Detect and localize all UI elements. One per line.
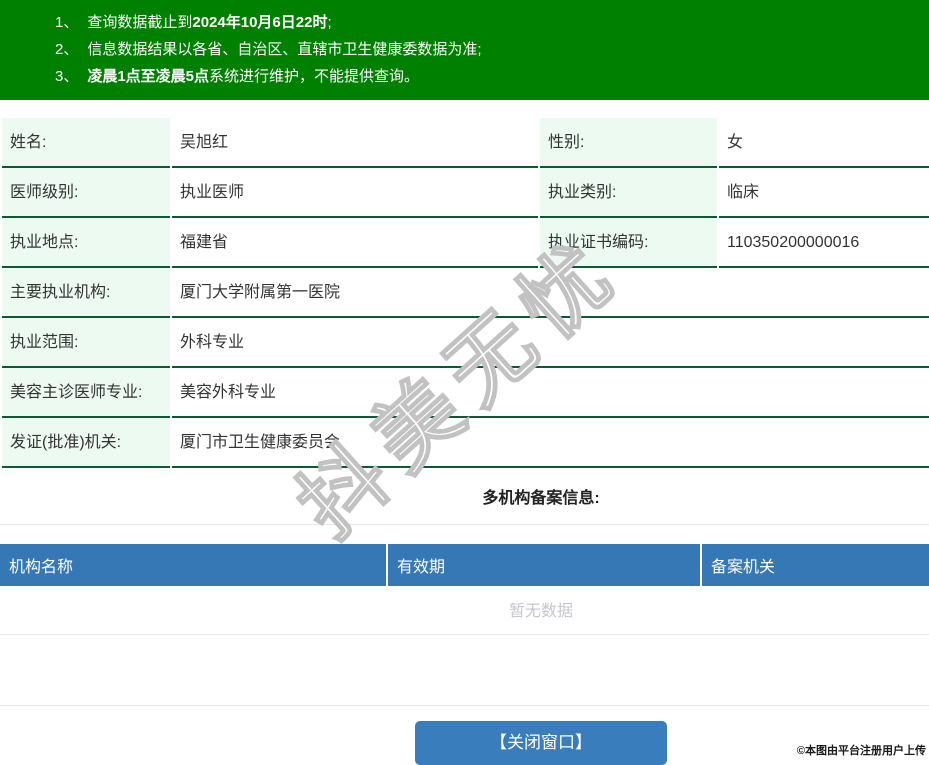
notice-number: 2、 — [55, 36, 78, 63]
field-value-gender: 女 — [719, 118, 929, 168]
section-title-multi-institution: 多机构备案信息: — [0, 484, 929, 508]
notice-text: 系统进行维护，不能提供查询。 — [209, 68, 419, 85]
table-row: 执业范围: 外科专业 — [2, 318, 929, 368]
field-label-practice-category: 执业类别: — [540, 168, 717, 218]
multi-institution-table: 机构名称 有效期 备案机关 暂无数据 — [0, 544, 929, 635]
field-value-certificate-no: 110350200000016 — [719, 218, 929, 268]
notice-line-1: 1、查询数据截止到2024年10月6日22时; — [0, 9, 929, 36]
notice-number: 3、 — [55, 63, 78, 90]
field-value-cosmetic-specialty: 美容外科专业 — [172, 368, 929, 418]
close-window-button[interactable]: 【关闭窗口】 — [415, 721, 667, 765]
table-row: 发证(批准)机关: 厦门市卫生健康委员会 — [2, 418, 929, 468]
field-label-issuing-authority: 发证(批准)机关: — [2, 418, 170, 468]
field-label-cosmetic-specialty: 美容主诊医师专业: — [2, 368, 170, 418]
table-row: 姓名: 吴旭红 性别: 女 — [2, 118, 929, 168]
field-value-practice-location: 福建省 — [172, 218, 538, 268]
field-label-gender: 性别: — [540, 118, 717, 168]
field-value-practice-category: 临床 — [719, 168, 929, 218]
notice-text-bold: 凌晨1点至凌晨5点 — [87, 68, 209, 85]
column-header-validity-period: 有效期 — [387, 544, 701, 586]
table-row: 美容主诊医师专业: 美容外科专业 — [2, 368, 929, 418]
page: 1、查询数据截止到2024年10月6日22时; 2、信息数据结果以各省、自治区、… — [0, 0, 929, 765]
table-empty-row: 暂无数据 — [0, 586, 929, 635]
field-value-issuing-authority: 厦门市卫生健康委员会 — [172, 418, 929, 468]
field-value-name: 吴旭红 — [172, 118, 538, 168]
column-header-filing-authority: 备案机关 — [701, 544, 929, 586]
notice-text: 查询数据截止到 — [87, 14, 192, 31]
button-row: 【关闭窗口】 — [0, 721, 929, 765]
notice-text: ; — [327, 14, 331, 31]
notice-banner: 1、查询数据截止到2024年10月6日22时; 2、信息数据结果以各省、自治区、… — [0, 0, 929, 100]
field-label-name: 姓名: — [2, 118, 170, 168]
copyright-text: ©本图由平台注册用户上传 — [797, 742, 926, 758]
table-row: 主要执业机构: 厦门大学附属第一医院 — [2, 268, 929, 318]
empty-state-text: 暂无数据 — [0, 586, 929, 635]
field-value-doctor-level: 执业医师 — [172, 168, 538, 218]
divider — [0, 705, 929, 706]
column-header-institution-name: 机构名称 — [0, 544, 387, 586]
table-row: 执业地点: 福建省 执业证书编码: 110350200000016 — [2, 218, 929, 268]
notice-line-2: 2、信息数据结果以各省、自治区、直辖市卫生健康委数据为准; — [0, 36, 929, 63]
field-label-practice-scope: 执业范围: — [2, 318, 170, 368]
notice-text-bold: 2024年10月6日22时 — [192, 14, 327, 31]
table-row: 医师级别: 执业医师 执业类别: 临床 — [2, 168, 929, 218]
notice-line-3: 3、凌晨1点至凌晨5点系统进行维护，不能提供查询。 — [0, 63, 929, 90]
divider — [0, 524, 929, 525]
field-label-certificate-no: 执业证书编码: — [540, 218, 717, 268]
practitioner-info-table: 姓名: 吴旭红 性别: 女 医师级别: 执业医师 执业类别: 临床 执业地点: … — [0, 118, 929, 468]
field-label-doctor-level: 医师级别: — [2, 168, 170, 218]
notice-number: 1、 — [55, 9, 78, 36]
field-value-main-institution: 厦门大学附属第一医院 — [172, 268, 929, 318]
notice-text: 信息数据结果以各省、自治区、直辖市卫生健康委数据为准; — [87, 41, 481, 58]
field-value-practice-scope: 外科专业 — [172, 318, 929, 368]
table-header-row: 机构名称 有效期 备案机关 — [0, 544, 929, 586]
field-label-practice-location: 执业地点: — [2, 218, 170, 268]
field-label-main-institution: 主要执业机构: — [2, 268, 170, 318]
